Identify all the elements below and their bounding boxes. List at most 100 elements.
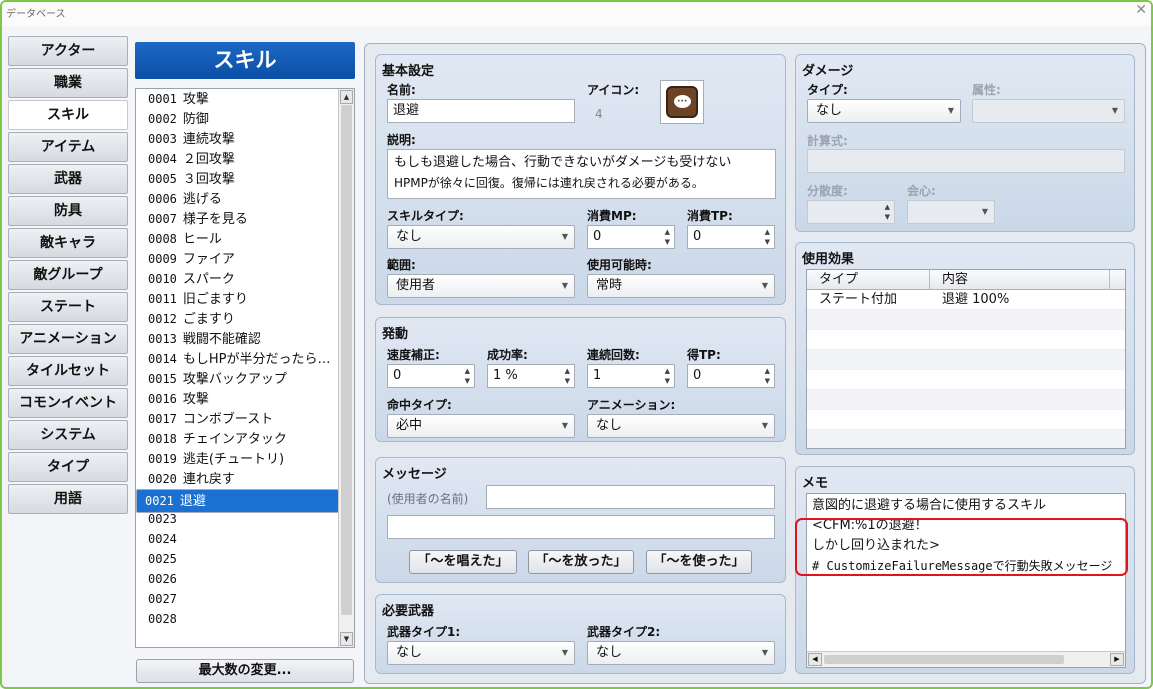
shoot-message-button[interactable]: 「～を放った」 <box>528 550 634 574</box>
nav-button[interactable]: 用語 <box>8 484 128 514</box>
skill-list-item[interactable]: 0001 攻撃 <box>136 89 339 109</box>
change-max-button[interactable]: 最大数の変更... <box>136 659 354 683</box>
scroll-down-icon[interactable]: ▼ <box>340 632 353 646</box>
effects-table-row[interactable] <box>807 350 1125 370</box>
skill-list-item[interactable]: 0004 ２回攻撃 <box>136 149 339 169</box>
nav-button[interactable]: アニメーション <box>8 324 128 354</box>
skill-list-item[interactable]: 0008 ヒール <box>136 229 339 249</box>
col-type-header[interactable]: タイプ <box>807 270 930 290</box>
nav-button[interactable]: スキル <box>8 100 128 130</box>
skill-list-item[interactable]: 0006 逃げる <box>136 189 339 209</box>
skill-list-item[interactable]: 0002 防御 <box>136 109 339 129</box>
skill-list-item[interactable]: 0011 旧ごますり <box>136 289 339 309</box>
nav-button[interactable]: コモンイベント <box>8 388 128 418</box>
tp-gain-spinner[interactable]: 0 ▲ ▼ <box>687 364 775 388</box>
skill-list-item[interactable]: 0028 <box>136 609 339 629</box>
skill-name: コンボブースト <box>182 412 274 427</box>
skill-list-item[interactable]: 0024 <box>136 529 339 549</box>
message-line2-input[interactable] <box>387 515 775 539</box>
skill-list[interactable]: 0001 攻撃 0002 防御 0003 連続攻撃 0004 ２回攻撃 0005 ３回攻撃 0006… <box>135 88 355 648</box>
skill-list-item[interactable]: 0012 ごますり <box>136 309 339 329</box>
skill-list-item[interactable]: 0003 連続攻撃 <box>136 129 339 149</box>
skill-list-item[interactable]: 0027 <box>136 589 339 609</box>
skill-list-item[interactable]: 0015 攻撃バックアップ <box>136 369 339 389</box>
critical-select[interactable]: ▼ <box>907 200 995 224</box>
skill-list-item[interactable]: 0025 <box>136 549 339 569</box>
skill-list-item[interactable]: 0013 戦闘不能確認 <box>136 329 339 349</box>
skill-icon-picker[interactable]: ··· <box>660 80 704 124</box>
occasion-select[interactable]: 常時 ▼ <box>587 274 775 298</box>
nav-button[interactable]: 敵キャラ <box>8 228 128 258</box>
effects-table-row[interactable] <box>807 410 1125 430</box>
effects-table-row[interactable] <box>807 330 1125 350</box>
spinner-arrows-icon[interactable]: ▲ ▼ <box>665 366 670 386</box>
repeat-spinner[interactable]: 1 ▲ ▼ <box>587 364 675 388</box>
skill-id: 0002 <box>148 112 177 126</box>
cast-message-button[interactable]: 「～を唱えた」 <box>409 550 517 574</box>
skill-list-scrollbar[interactable]: ▲ ▼ <box>338 89 354 647</box>
message-line1-input[interactable] <box>486 485 775 509</box>
scroll-up-icon[interactable]: ▲ <box>340 90 353 104</box>
skill-list-item[interactable]: 0007 様子を見る <box>136 209 339 229</box>
mp-cost-spinner[interactable]: 0 ▲ ▼ <box>587 225 675 249</box>
spinner-arrows-icon[interactable]: ▲ ▼ <box>765 366 770 386</box>
scroll-thumb[interactable] <box>341 105 352 615</box>
skill-list-item[interactable]: 0019 逃走(チュートリ) <box>136 449 339 469</box>
skill-list-item[interactable]: 0026 <box>136 569 339 589</box>
skill-list-item[interactable]: 0010 スパーク <box>136 269 339 289</box>
effects-table-row[interactable] <box>807 310 1125 330</box>
nav-button[interactable]: タイルセット <box>8 356 128 386</box>
memo-scroll-thumb[interactable] <box>824 655 1064 664</box>
spinner-arrows-icon[interactable]: ▲ ▼ <box>885 202 890 222</box>
name-input[interactable]: 退避 <box>387 99 575 123</box>
nav-button[interactable]: アイテム <box>8 132 128 162</box>
skill-list-item[interactable]: 0005 ３回攻撃 <box>136 169 339 189</box>
spinner-arrows-icon[interactable]: ▲ ▼ <box>665 227 670 247</box>
skill-list-item[interactable]: 0020 連れ戻す <box>136 469 339 489</box>
weapon-type1-select[interactable]: なし ▼ <box>387 641 575 665</box>
nav-button[interactable]: ステート <box>8 292 128 322</box>
spinner-arrows-icon[interactable]: ▲ ▼ <box>465 366 470 386</box>
speed-spinner[interactable]: 0 ▲ ▼ <box>387 364 475 388</box>
formula-input[interactable] <box>807 149 1125 173</box>
variance-spinner[interactable]: ▲ ▼ <box>807 200 895 224</box>
description-input[interactable]: もしも退避した場合、行動できないがダメージも受けない HPMPが徐々に回復。復帰… <box>387 149 776 199</box>
weapon-type2-select[interactable]: なし ▼ <box>587 641 775 665</box>
spinner-arrows-icon[interactable]: ▲ ▼ <box>765 227 770 247</box>
skill-type-select[interactable]: なし ▼ <box>387 225 575 249</box>
use-message-button[interactable]: 「～を使った」 <box>646 550 752 574</box>
bubble-dots: ··· <box>677 97 688 107</box>
col-content-header[interactable]: 内容 <box>930 270 1110 290</box>
effects-table-row[interactable] <box>807 390 1125 410</box>
damage-type-select[interactable]: なし ▼ <box>807 99 961 123</box>
skill-id: 0026 <box>148 572 177 586</box>
skill-list-item[interactable]: 0009 ファイア <box>136 249 339 269</box>
nav-button[interactable]: タイプ <box>8 452 128 482</box>
scope-select[interactable]: 使用者 ▼ <box>387 274 575 298</box>
nav-button[interactable]: アクター <box>8 36 128 66</box>
nav-button[interactable]: 武器 <box>8 164 128 194</box>
element-select[interactable]: ▼ <box>972 99 1125 123</box>
skill-list-item[interactable]: 0016 攻撃 <box>136 389 339 409</box>
effects-table[interactable]: タイプ 内容 ステート付加 退避 100% <box>806 269 1126 449</box>
skill-list-item[interactable]: 0014 もしHPが半分だったら… <box>136 349 339 369</box>
nav-button[interactable]: 職業 <box>8 68 128 98</box>
skill-list-item[interactable]: 0017 コンボブースト <box>136 409 339 429</box>
spinner-arrows-icon[interactable]: ▲ ▼ <box>565 366 570 386</box>
success-rate-spinner[interactable]: 1 % ▲ ▼ <box>487 364 575 388</box>
nav-button[interactable]: 防具 <box>8 196 128 226</box>
effects-table-row[interactable] <box>807 370 1125 390</box>
nav-button[interactable]: 敵グループ <box>8 260 128 290</box>
memo-hscrollbar[interactable]: ◀ ▶ <box>807 651 1125 667</box>
tp-cost-spinner[interactable]: 0 ▲ ▼ <box>687 225 775 249</box>
close-icon[interactable]: ✕ <box>1135 2 1147 18</box>
animation-select[interactable]: なし ▼ <box>587 414 775 438</box>
hit-type-select[interactable]: 必中 ▼ <box>387 414 575 438</box>
skill-list-item[interactable]: 0021 退避 <box>136 489 339 513</box>
effects-table-row[interactable] <box>807 430 1125 448</box>
scroll-left-icon[interactable]: ◀ <box>808 653 822 666</box>
scroll-right-icon[interactable]: ▶ <box>1110 653 1124 666</box>
nav-button[interactable]: システム <box>8 420 128 450</box>
effects-table-row[interactable]: ステート付加 退避 100% <box>807 290 1125 310</box>
skill-list-item[interactable]: 0018 チェインアタック <box>136 429 339 449</box>
